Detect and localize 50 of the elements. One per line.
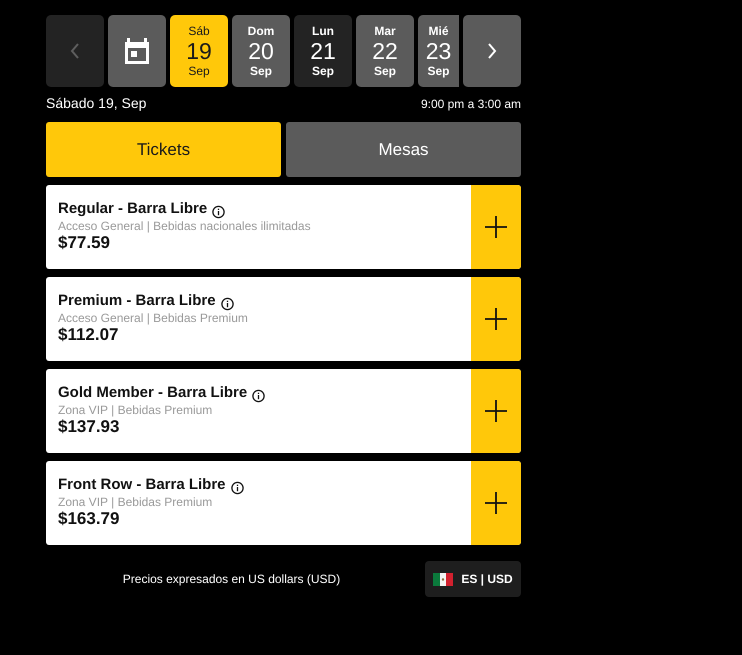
ticket-price: $163.79 [58,509,120,529]
weekday-label: Lun [312,24,334,38]
ticket-name: Gold Member - Barra Libre [58,384,248,402]
ticket-description: Zona VIP | Bebidas Premium [58,403,214,417]
ticket-description: Zona VIP | Bebidas Premium [58,495,214,509]
ticket-description: Acceso General | Bebidas nacionales ilimitadas [58,219,312,233]
calendar-icon [125,38,149,64]
month-label: Sep [312,64,334,78]
ticket-name: Premium - Barra Libre [58,292,216,310]
plus-icon [485,400,507,422]
month-label: Sep [374,64,396,78]
month-label: Sep [250,64,272,78]
chevron-right-icon [487,43,497,59]
plus-icon [485,216,507,238]
opening-hours: 9:00 pm a 3:00 am [420,97,521,111]
calendar-button[interactable] [108,15,166,87]
day-tab[interactable]: Mié 23 Sep [418,15,459,87]
day-number: 21 [310,38,336,64]
ticket-name: Front Row - Barra Libre [58,476,226,494]
ticket-price: $112.07 [58,325,120,345]
day-tab[interactable]: Dom 20 Sep [232,15,290,87]
locale-button[interactable]: ES | USD [425,561,521,597]
day-tab[interactable]: Mar 22 Sep [356,15,414,87]
add-button[interactable] [471,277,521,361]
ticket-name: Regular - Barra Libre [58,200,208,218]
plus-icon [485,492,507,514]
mexico-flag-icon [433,572,454,586]
plus-icon [485,308,507,330]
day-number: 19 [186,38,212,64]
ticket-description: Acceso General | Bebidas Premium [58,311,249,325]
day-number: 22 [372,38,398,64]
ticket-price: $137.93 [58,417,120,437]
selected-date: Sábado 19, Sep [46,95,146,111]
ticket-price: $77.59 [58,233,111,253]
weekday-label: Mié [428,24,448,38]
add-button[interactable] [471,461,521,545]
weekday-label: Dom [248,24,274,38]
add-button[interactable] [471,369,521,453]
tab[interactable]: Tickets [46,122,281,177]
weekday-label: Mar [374,24,396,38]
month-label: Sep [427,64,450,78]
day-number: 23 [426,38,452,64]
weekday-label: Sáb [188,24,210,38]
day-number: 20 [248,38,274,64]
currency-note: Precios expresados en US dollars (USD) [122,572,342,586]
add-button[interactable] [471,185,521,269]
month-label: Sep [188,64,210,78]
tab[interactable]: Mesas [286,122,521,177]
chevron-left-icon [70,43,80,59]
day-tab[interactable]: Sáb 19 Sep [170,15,228,87]
